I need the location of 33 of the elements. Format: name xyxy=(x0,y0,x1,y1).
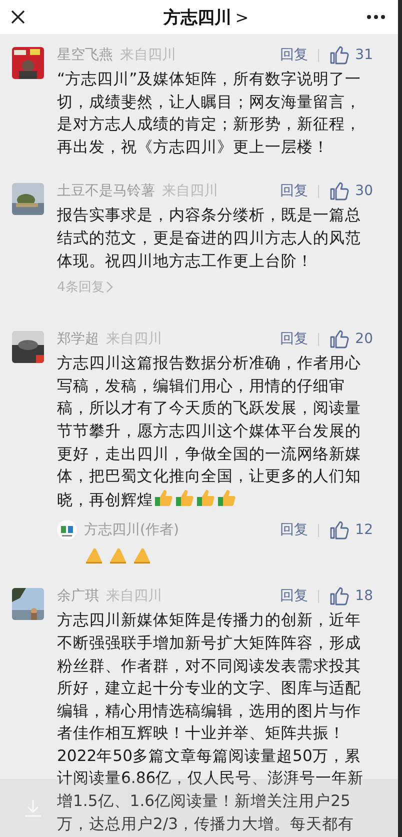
like-icon[interactable] xyxy=(329,329,350,350)
like-count: 31 xyxy=(355,47,373,63)
comment-text: 方志四川这篇报告数据分析准确，作者用心写稿，发稿，编辑们用心，用情的仔细审稿，所以才有了今天质的飞跃发展，阅读量节节攀升，愿方志四川这个媒体平台发展的更好，走出四川，争做全国的一流网络新媒体，把巴蜀文化推向全国，让更多的人们知晓，再创辉煌 xyxy=(57,353,362,511)
like-count: 12 xyxy=(355,522,373,538)
comment-text: 方志四川新媒体矩阵是传播力的创新，近年不断强强联手增加新号扩大矩阵阵容，形成粉丝群、作者群，对不同阅读发表需求投其所好，建立起十分专业的文字、图库与适配编辑，精心用情选稿编辑，选用的图片与作者佳作相互辉映！十业并举、矩阵共振！2022年50多篇文章每篇阅读量超50万，累计阅读量6.86亿，仅人民号、澎湃号一年新增1.5亿、1.6亿阅读量！新增关注用户25万，达总用户2/3，传播力大增。每天都有 xyxy=(57,610,365,835)
thumbs-up-icon xyxy=(217,488,237,508)
user-name[interactable]: 星空飞燕 xyxy=(57,46,113,64)
reply-link[interactable]: 回复 xyxy=(280,521,308,540)
reply-link[interactable]: 回复 xyxy=(280,182,308,200)
user-name[interactable]: 郑学超 xyxy=(57,330,99,348)
thumbs-up-icon xyxy=(154,488,174,508)
thumbs-up-icon xyxy=(175,488,195,508)
reply-link[interactable]: 回复 xyxy=(280,587,308,606)
like-count: 30 xyxy=(355,183,373,200)
like-icon[interactable] xyxy=(329,520,350,540)
user-name[interactable]: 余广琪 xyxy=(57,587,99,606)
more-icon[interactable] xyxy=(366,14,386,20)
like-count: 18 xyxy=(355,588,373,604)
like-count: 20 xyxy=(355,331,373,348)
thumbs-up-icon xyxy=(196,488,216,508)
chevron-icon[interactable]: > xyxy=(235,8,249,26)
page-title[interactable]: 方志四川 xyxy=(163,6,232,28)
close-icon[interactable] xyxy=(10,9,26,25)
like-icon[interactable] xyxy=(329,45,350,65)
author-name[interactable]: 方志四川(作者) xyxy=(84,521,179,540)
comment-text: 报告实事求是，内容条分缕析，既是一篇总结式的范文，更是奋进的四川方志人的风范体现。祝四川地方志工作更上台阶！ xyxy=(57,205,362,272)
like-icon[interactable] xyxy=(329,181,350,202)
comment-text: “方志四川”及媒体矩阵，所有数字说明了一切，成绩斐然，让人瞩目；网友海量留言，是对方志人成绩的肯定；新形势，新征程，再出发，祝《方志四川》更上一层楼！ xyxy=(57,69,362,158)
reply-link[interactable]: 回复 xyxy=(280,330,308,348)
like-icon[interactable] xyxy=(329,586,350,606)
reply-link[interactable]: 回复 xyxy=(280,46,308,64)
logo-icon xyxy=(57,520,77,540)
user-name[interactable]: 土豆不是马铃薯 xyxy=(57,182,155,200)
